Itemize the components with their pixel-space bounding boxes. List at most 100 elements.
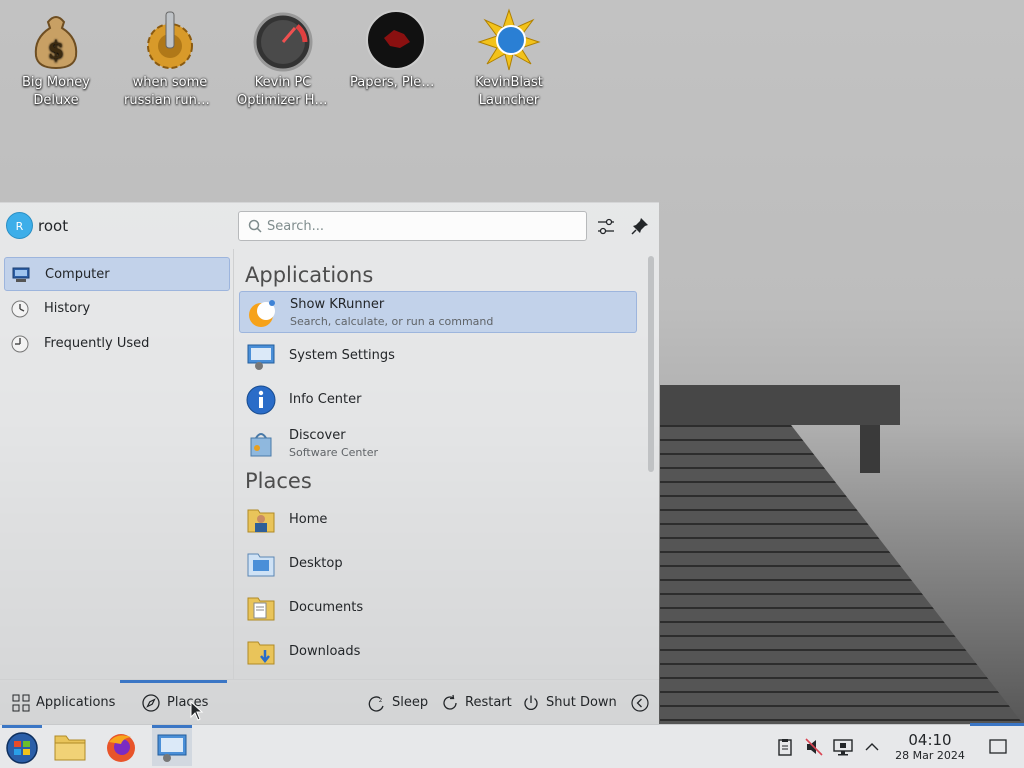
desktop-icon-kevinblast[interactable]: KevinBlast Launcher: [461, 8, 557, 110]
chevron-up-icon[interactable]: [862, 737, 882, 757]
sidebar-item-label: Frequently Used: [44, 336, 150, 351]
desktop-icon-label: Deluxe: [33, 93, 79, 108]
firefox-icon: [107, 734, 135, 762]
gear-icon: [138, 8, 202, 72]
app-item-info-center[interactable]: Info Center: [239, 379, 637, 421]
restart-button[interactable]: Restart: [441, 692, 512, 714]
taskbar-firefox[interactable]: [101, 728, 141, 766]
desktop-icon-big-money[interactable]: $ Big Money Deluxe: [8, 8, 104, 110]
menu-footer: Applications Places z Sleep Restart Shut…: [0, 679, 659, 725]
section-heading-applications: Applications: [245, 263, 374, 287]
system-settings-icon: [247, 344, 275, 370]
digital-clock[interactable]: 04:10 28 Mar 2024: [880, 731, 980, 763]
app-item-system-settings[interactable]: System Settings: [239, 335, 637, 377]
documents-folder-icon: [247, 597, 275, 621]
shut-down-label: Shut Down: [546, 695, 617, 710]
place-name: Home: [289, 512, 328, 527]
menu-header: R root: [0, 203, 659, 249]
avatar[interactable]: R: [6, 212, 33, 239]
section-heading-places: Places: [245, 469, 312, 493]
app-description: Software Center: [289, 446, 379, 459]
place-name: Documents: [289, 600, 364, 615]
place-name: Downloads: [289, 644, 361, 659]
grid-icon: [12, 694, 30, 712]
krunner-icon: [249, 300, 275, 327]
sidebar-item-label: History: [44, 301, 91, 316]
shut-down-button[interactable]: Shut Down: [522, 692, 617, 714]
papers-please-icon: [364, 8, 428, 72]
compass-icon: [142, 694, 160, 712]
folder-icon: [54, 735, 86, 761]
show-desktop-icon: [989, 739, 1007, 754]
sidebar-item-frequently-used[interactable]: Frequently Used: [4, 327, 230, 361]
app-description: Search, calculate, or run a command: [290, 315, 494, 328]
configure-button[interactable]: [593, 213, 619, 239]
search-icon: [248, 219, 262, 233]
app-name: System Settings: [289, 348, 395, 363]
desktop-icon-kevin-pc[interactable]: Kevin PC Optimizer Ho...: [235, 8, 331, 110]
application-launcher-menu: R root Computer History Frequently Used …: [0, 202, 659, 724]
desktop-icon-label: russian runs a...: [124, 93, 218, 108]
restart-icon: [443, 694, 457, 710]
menu-content: Applications Show KRunner Search, calcul…: [236, 249, 659, 679]
money-bag-icon: $: [24, 8, 88, 72]
place-item-downloads[interactable]: Downloads: [239, 631, 637, 673]
taskbar-system-settings[interactable]: [152, 725, 192, 766]
kevinblast-icon: [477, 8, 541, 72]
menu-scrollbar[interactable]: [648, 256, 654, 472]
power-icon: [524, 695, 538, 710]
volume-muted-icon[interactable]: [804, 737, 824, 757]
home-folder-icon: [247, 509, 275, 533]
app-item-discover[interactable]: Discover Software Center: [239, 423, 637, 465]
sliders-icon: [598, 218, 614, 235]
clipboard-icon[interactable]: [775, 737, 795, 757]
desktop-icon-label: when some: [132, 75, 208, 90]
pin-button[interactable]: [627, 213, 653, 239]
svg-text:$: $: [48, 35, 65, 64]
desktop-icon-label: Launcher: [478, 93, 540, 108]
desktop-icon-russian[interactable]: when some russian runs a...: [122, 8, 218, 110]
pin-icon: [631, 218, 648, 235]
search-input[interactable]: [267, 217, 577, 236]
sleep-button[interactable]: z Sleep: [368, 692, 428, 714]
desktop-icon-label: Optimizer Ho...: [237, 93, 331, 108]
place-item-documents[interactable]: Documents: [239, 587, 637, 629]
search-box[interactable]: [238, 211, 587, 241]
history-icon: [11, 300, 29, 318]
desktop-icon-label: Papers, Please: [350, 75, 444, 90]
app-name: Info Center: [289, 392, 362, 407]
computer-icon: [12, 267, 30, 282]
application-launcher-button[interactable]: [2, 725, 42, 766]
desktop-folder-icon: [247, 553, 275, 577]
desktop-icon-label: Kevin PC: [254, 75, 312, 90]
sleep-icon: z: [368, 696, 384, 712]
tab-places[interactable]: Places: [120, 680, 227, 726]
more-power-options-button[interactable]: [631, 692, 649, 714]
username: root: [38, 217, 69, 235]
app-name: Show KRunner: [290, 297, 385, 312]
taskbar-highlight-strip: [970, 723, 1024, 726]
clock-date: 28 Mar 2024: [895, 749, 965, 762]
mouse-cursor-icon: [190, 701, 204, 721]
speedometer-icon: [251, 8, 315, 72]
info-icon: [246, 385, 276, 415]
desktop-icon-label: KevinBlast: [475, 75, 543, 90]
tab-applications[interactable]: Applications: [0, 680, 120, 726]
app-item-show-krunner[interactable]: Show KRunner Search, calculate, or run a…: [239, 291, 637, 333]
app-name: Discover: [289, 428, 346, 443]
place-item-home[interactable]: Home: [239, 499, 637, 541]
svg-text:z: z: [379, 697, 382, 704]
downloads-folder-icon: [247, 641, 275, 665]
desktop-icon-label: Big Money: [21, 75, 90, 90]
taskbar-file-manager[interactable]: [50, 728, 90, 766]
show-desktop-button[interactable]: [984, 737, 1012, 757]
display-icon[interactable]: [833, 737, 853, 757]
place-item-desktop[interactable]: Desktop: [239, 543, 637, 585]
sidebar-item-computer[interactable]: Computer: [4, 257, 230, 291]
place-name: Desktop: [289, 556, 343, 571]
desktop-icon-papers-please[interactable]: Papers, Please: [348, 8, 444, 92]
sleep-label: Sleep: [392, 695, 429, 710]
sidebar-item-label: Computer: [45, 267, 110, 282]
clock-time: 04:10: [908, 731, 952, 749]
sidebar-item-history[interactable]: History: [4, 292, 230, 326]
